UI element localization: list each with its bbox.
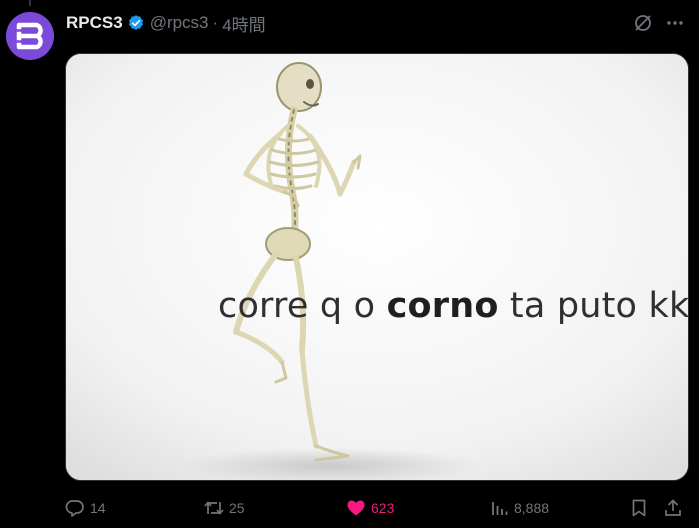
bookmark-button[interactable] — [628, 496, 650, 520]
action-bar: 14 25 623 8,888 — [0, 496, 699, 520]
rpcs3-logo-icon — [6, 12, 54, 60]
verified-badge-icon — [128, 15, 143, 30]
share-button[interactable] — [662, 496, 684, 520]
meme-caption-part1: corre q o — [218, 286, 387, 326]
timestamp[interactable]: 4時間 — [222, 11, 265, 36]
more-button[interactable] — [664, 12, 686, 34]
grok-button[interactable] — [632, 12, 654, 34]
thread-line — [29, 0, 31, 6]
running-skeleton-image — [66, 54, 688, 480]
views-button[interactable]: 8,888 — [488, 496, 549, 520]
like-count: 623 — [371, 500, 395, 516]
more-icon — [667, 21, 683, 25]
views-icon — [488, 497, 510, 519]
grok-icon — [635, 15, 651, 31]
heart-icon — [345, 497, 367, 519]
share-icon — [662, 497, 684, 519]
avatar[interactable] — [6, 12, 54, 60]
retweet-count: 25 — [229, 500, 245, 516]
bookmark-icon — [628, 497, 650, 519]
meme-caption-part2: ta puto kk — [498, 286, 689, 326]
meme-caption-bold: corno — [386, 286, 499, 326]
separator: · — [212, 13, 219, 32]
tweet-header: RPCS3 @rpcs3 · 4時間 — [66, 11, 266, 36]
meme-caption: corre q o corno ta puto kk — [218, 286, 689, 326]
retweet-icon — [203, 497, 225, 519]
handle[interactable]: @rpcs3 — [150, 13, 209, 33]
views-count: 8,888 — [514, 500, 550, 516]
reply-icon — [64, 497, 86, 519]
display-name[interactable]: RPCS3 — [66, 13, 123, 33]
reply-count: 14 — [90, 500, 106, 516]
reply-button[interactable]: 14 — [64, 496, 106, 520]
like-button[interactable]: 623 — [345, 496, 394, 520]
tweet-media-image[interactable]: corre q o corno ta puto kk — [65, 53, 689, 481]
retweet-button[interactable]: 25 — [203, 496, 245, 520]
